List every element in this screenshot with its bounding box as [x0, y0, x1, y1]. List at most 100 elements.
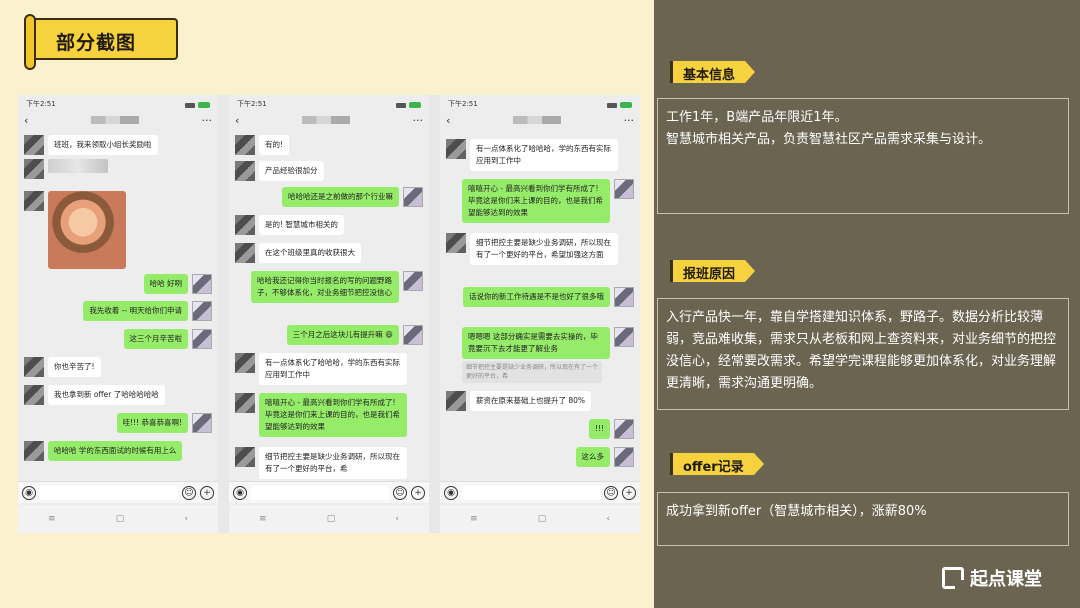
status-bar: 下午2:51 — [440, 95, 640, 111]
avatar[interactable] — [192, 329, 212, 349]
back-nav-icon[interactable]: ‹ — [184, 514, 188, 524]
enroll-reason-box: 入行产品快一年，靠自学搭建知识体系，野路子。数据分析比较薄弱，竞品难收集，需求只… — [657, 298, 1069, 410]
back-nav-icon[interactable]: ‹ — [395, 514, 399, 524]
avatar[interactable] — [24, 159, 44, 179]
avatar[interactable] — [235, 215, 255, 235]
avatar[interactable] — [24, 385, 44, 405]
title-banner: 部分截图 — [24, 14, 180, 72]
child-photo[interactable] — [48, 191, 126, 269]
voice-icon[interactable]: ◉ — [233, 485, 247, 500]
avatar[interactable] — [235, 353, 255, 373]
message-text: 产品经验很加分 — [259, 161, 324, 181]
chat-input-bar: ◉ ☺ + — [229, 481, 429, 503]
message: 有的! — [235, 135, 290, 155]
home-icon[interactable]: ▢ — [538, 514, 547, 524]
back-icon[interactable]: ‹ — [446, 114, 450, 127]
message: 细节把控主要是缺少业务调研，所以现在有了一个更好的平台，希 — [235, 447, 407, 479]
avatar[interactable] — [235, 161, 255, 181]
status-time: 下午2:51 — [448, 100, 478, 108]
chat-body: 有的! 产品经验很加分 哈哈哈还是之前做的那个行业嘛 是的! 智慧城市相关的 在… — [229, 131, 429, 481]
phone-screen-2: 下午2:51 ‹ ··· 有的! 产品经验很加分 哈哈哈还是之前做的那个行业嘛 … — [229, 95, 429, 533]
avatar[interactable] — [235, 447, 255, 467]
message — [24, 191, 126, 269]
message: 嘻嘻开心 - 最高兴看到你们学有所成了! 毕竟这是你们来上课的目的，也是我们希望… — [462, 179, 634, 223]
message: 哇!!! 恭喜恭喜啊! — [116, 413, 212, 433]
avatar[interactable] — [192, 274, 212, 294]
message-text: 有一点体系化了哈哈哈，学的东西有实际应用到工作中 — [259, 353, 407, 385]
back-icon[interactable]: ‹ — [235, 114, 239, 127]
home-icon[interactable]: ▢ — [327, 514, 336, 524]
avatar[interactable] — [24, 357, 44, 377]
message-text: 哈哈我还记得你当时报名的写的问题野路子，不够体系化，对业务细节把控没信心 — [251, 271, 399, 303]
avatar[interactable] — [614, 287, 634, 307]
message: 话说你的新工作待遇是不是也好了很多哦 — [463, 287, 634, 307]
avatar[interactable] — [24, 441, 44, 461]
banner-title: 部分截图 — [56, 32, 137, 54]
emoji-icon[interactable]: ☺ — [604, 485, 618, 500]
signal-icon — [607, 102, 617, 108]
message-input[interactable] — [251, 485, 389, 500]
back-icon[interactable]: ‹ — [24, 114, 28, 127]
system-nav-bar: ≡ ▢ ‹ — [440, 505, 640, 533]
message-text: 细节把控主要是缺少业务调研，所以现在有了一个更好的平台，希 — [259, 447, 407, 479]
avatar[interactable] — [403, 187, 423, 207]
menu-icon[interactable]: ≡ — [48, 514, 56, 524]
message-text: 班班，我来领取小组长奖励啦 — [48, 135, 158, 155]
avatar[interactable] — [446, 233, 466, 253]
message-text: 嘻嘻开心 - 最高兴看到你们学有所成了! 毕竟这是你们来上课的目的，也是我们希望… — [462, 179, 610, 223]
message: 是的! 智慧城市相关的 — [235, 215, 344, 235]
more-icon[interactable]: ··· — [202, 114, 213, 127]
plus-icon[interactable]: + — [200, 485, 214, 500]
avatar[interactable] — [614, 419, 634, 439]
menu-icon[interactable]: ≡ — [259, 514, 267, 524]
message-input[interactable] — [462, 485, 600, 500]
message-text: 有一点体系化了哈哈哈，学的东西有实际应用到工作中 — [470, 139, 618, 171]
avatar[interactable] — [446, 391, 466, 411]
basic-info-line: 工作1年，B端产品年限近1年。 — [666, 110, 848, 125]
chat-header: ‹ ··· — [440, 111, 640, 129]
home-icon[interactable]: ▢ — [116, 514, 125, 524]
avatar[interactable] — [446, 139, 466, 159]
section-tag-enroll-reason: 报班原因 — [670, 260, 756, 282]
voice-icon[interactable]: ◉ — [22, 485, 36, 500]
plus-icon[interactable]: + — [411, 485, 425, 500]
message-input[interactable] — [40, 485, 178, 500]
message — [24, 159, 108, 179]
avatar[interactable] — [235, 135, 255, 155]
avatar[interactable] — [24, 135, 44, 155]
signal-icon — [396, 102, 406, 108]
message: 哈哈哈还是之前做的那个行业嘛 — [282, 187, 423, 207]
system-nav-bar: ≡ ▢ ‹ — [18, 505, 218, 533]
message-text: 我也拿到新 offer 了哈哈哈哈哈 — [48, 385, 165, 405]
chat-body: 班班，我来领取小组长奖励啦 哈哈 好咧 我先收着 -- 明天给你们申请 这三个月… — [18, 131, 218, 481]
status-time: 下午2:51 — [237, 100, 267, 108]
message: 哈哈 好咧 — [143, 274, 212, 294]
battery-icon — [409, 102, 421, 108]
logo-text: 起点课堂 — [970, 569, 1042, 590]
message: 有一点体系化了哈哈哈，学的东西有实际应用到工作中 — [446, 139, 618, 171]
avatar[interactable] — [614, 327, 634, 347]
avatar[interactable] — [403, 325, 423, 345]
avatar[interactable] — [235, 393, 255, 413]
avatar[interactable] — [614, 447, 634, 467]
message: 哈哈我还记得你当时报名的写的问题野路子，不够体系化，对业务细节把控没信心 — [251, 271, 423, 303]
avatar[interactable] — [192, 413, 212, 433]
back-nav-icon[interactable]: ‹ — [606, 514, 610, 524]
avatar[interactable] — [192, 301, 212, 321]
avatar[interactable] — [24, 191, 44, 211]
avatar[interactable] — [235, 243, 255, 263]
emoji-icon[interactable]: ☺ — [182, 485, 196, 500]
avatar[interactable] — [403, 271, 423, 291]
status-time: 下午2:51 — [26, 100, 56, 108]
plus-icon[interactable]: + — [622, 485, 636, 500]
message: !!! — [588, 419, 634, 439]
emoji-icon[interactable]: ☺ — [393, 485, 407, 500]
avatar[interactable] — [614, 179, 634, 199]
status-bar: 下午2:51 — [229, 95, 429, 111]
voice-icon[interactable]: ◉ — [444, 485, 458, 500]
menu-icon[interactable]: ≡ — [470, 514, 478, 524]
message: 我也拿到新 offer 了哈哈哈哈哈 — [24, 385, 165, 405]
more-icon[interactable]: ··· — [413, 114, 424, 127]
more-icon[interactable]: ··· — [624, 114, 635, 127]
logo-icon — [942, 567, 964, 589]
